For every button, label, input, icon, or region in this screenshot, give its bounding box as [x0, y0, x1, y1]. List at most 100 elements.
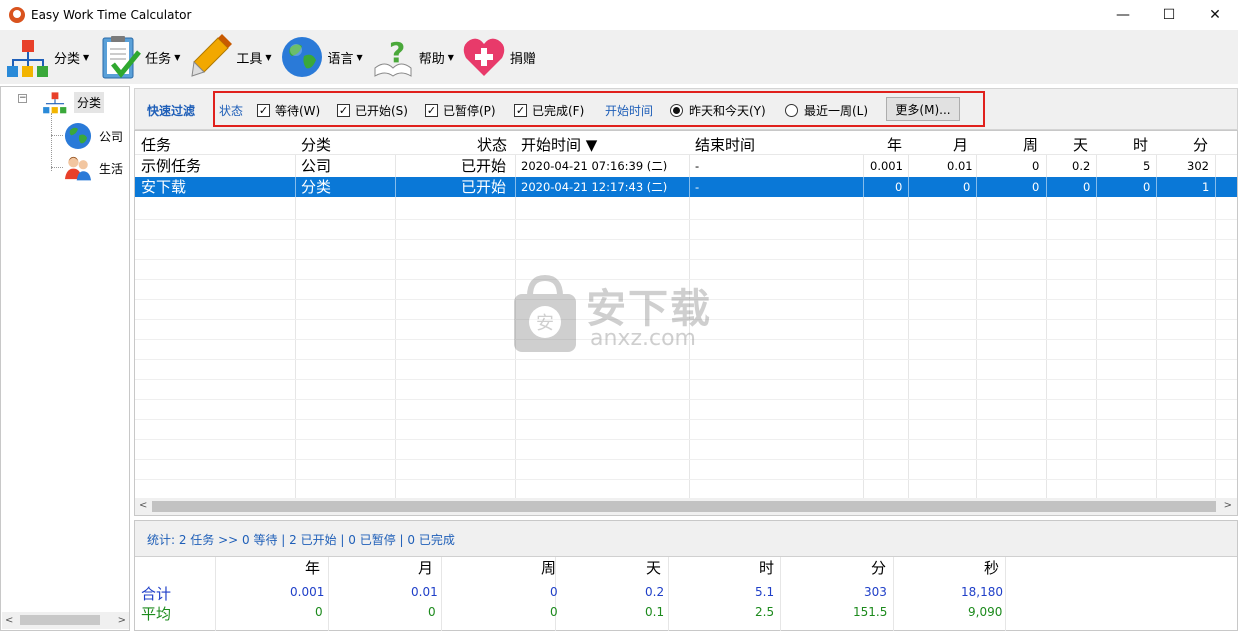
scroll-right-arrow-icon[interactable]: >	[118, 615, 126, 626]
language-menu-label: 语言	[327, 51, 354, 67]
sum-header-week: 周	[541, 559, 557, 577]
scroll-left-arrow-icon[interactable]: <	[139, 500, 147, 511]
tree-item-company[interactable]: 公司	[63, 121, 123, 151]
radio-last-week-label: 最近一周(L)	[804, 104, 869, 118]
tree-connector	[51, 113, 52, 171]
chevron-down-icon: ▼	[174, 52, 181, 62]
tree-connector	[51, 167, 63, 168]
svg-text:?: ?	[389, 36, 405, 69]
grid-header: 任务 分类 状态 开始时间 ▼ 结束时间 年 月 周 天 时 分	[135, 131, 1237, 155]
col-header-week[interactable]: 周	[1023, 134, 1038, 155]
total-hour: 5.1	[755, 585, 775, 599]
total-minute: 303	[864, 585, 887, 599]
scroll-left-arrow-icon[interactable]: <	[5, 615, 13, 626]
col-header-month[interactable]: 月	[953, 134, 968, 155]
total-week: 0	[550, 585, 558, 599]
table-row-selected[interactable]: 安下载 分类 已开始 2020-04-21 12:17:43 (二) - 0 0…	[135, 177, 1237, 197]
language-menu-button[interactable]: 语言 ▼	[280, 32, 367, 82]
cell-year: 0	[895, 180, 903, 194]
main-toolbar: 分类 ▼ 任务 ▼ 工具 ▼ 语言 ▼ ? 帮助 ▼ 捐赠	[0, 30, 1238, 84]
close-button[interactable]: ✕	[1192, 0, 1238, 30]
col-header-start-time[interactable]: 开始时间 ▼	[521, 134, 597, 155]
tree-item-root[interactable]: 分类	[41, 89, 105, 115]
grid-horizontal-scrollbar[interactable]: < >	[135, 498, 1237, 515]
tools-menu-button[interactable]: 工具 ▼	[188, 32, 275, 82]
quick-filter-bar: 快速过滤 状态 ✓ 等待(W) ✓ 已开始(S) ✓ 已暂停(P) ✓ 已完成(…	[134, 88, 1238, 130]
heart-plus-icon	[463, 38, 505, 76]
tree-horizontal-scrollbar[interactable]: < >	[2, 612, 129, 629]
chevron-down-icon: ▼	[447, 52, 454, 62]
radio-unselected-icon	[785, 104, 798, 117]
chevron-down-icon: ▼	[356, 52, 363, 62]
table-row[interactable]: 示例任务 公司 已开始 2020-04-21 07:16:39 (二) - 0.…	[135, 156, 1237, 176]
scroll-thumb[interactable]	[20, 615, 100, 625]
chevron-down-icon: ▼	[83, 52, 90, 62]
donate-label: 捐赠	[509, 51, 536, 67]
more-filters-button[interactable]: 更多(M)...	[886, 97, 960, 121]
category-menu-label: 分类	[54, 51, 81, 67]
col-header-end-time[interactable]: 结束时间	[695, 134, 755, 155]
avg-month: 0	[428, 605, 436, 619]
tree-root-label: 分类	[74, 91, 105, 113]
avg-week: 0	[550, 605, 558, 619]
task-menu-button[interactable]: 任务 ▼	[97, 32, 184, 82]
filter-started-checkbox[interactable]: ✓ 已开始(S)	[337, 102, 408, 119]
scroll-thumb[interactable]	[152, 501, 1216, 512]
cell-hour: 0	[1143, 180, 1151, 194]
svg-text:安: 安	[536, 313, 554, 334]
checkbox-checked-icon: ✓	[514, 104, 527, 117]
cell-start: 2020-04-21 12:17:43 (二)	[521, 180, 668, 194]
status-label: 状态	[219, 104, 244, 118]
cell-end: -	[695, 180, 700, 194]
avg-label: 平均	[141, 605, 172, 623]
cell-week: 0	[1032, 180, 1040, 194]
radio-last-week[interactable]: 最近一周(L)	[785, 102, 868, 119]
tree-item-life[interactable]: 生活	[63, 153, 123, 183]
cell-category: 公司	[301, 157, 332, 175]
donate-button[interactable]: 捐赠	[462, 32, 536, 82]
collapse-toggle[interactable]: −	[18, 94, 27, 103]
minimize-button[interactable]: —	[1100, 0, 1146, 30]
col-header-year[interactable]: 年	[887, 134, 902, 155]
sum-header-year: 年	[305, 559, 321, 577]
avg-minute: 151.5	[853, 605, 888, 619]
col-header-day[interactable]: 天	[1073, 134, 1088, 155]
total-label: 合计	[141, 585, 172, 603]
chevron-down-icon: ▼	[265, 52, 272, 62]
tree-connector	[51, 135, 63, 136]
total-second: 18,180	[961, 585, 1003, 599]
col-header-status[interactable]: 状态	[477, 134, 507, 155]
filter-waiting-label: 等待(W)	[275, 104, 321, 118]
filter-paused-label: 已暂停(P)	[443, 104, 496, 118]
col-header-minute[interactable]: 分	[1193, 134, 1208, 155]
filter-waiting-checkbox[interactable]: ✓ 等待(W)	[257, 102, 320, 119]
cell-end: -	[695, 159, 700, 173]
window-title: Easy Work Time Calculator	[31, 8, 192, 22]
cell-status: 已开始	[461, 157, 507, 175]
scroll-right-arrow-icon[interactable]: >	[1224, 500, 1232, 511]
filter-finished-checkbox[interactable]: ✓ 已完成(F)	[514, 102, 584, 119]
cell-year: 0.001	[870, 159, 903, 173]
col-header-category[interactable]: 分类	[301, 134, 331, 155]
cell-week: 0	[1032, 159, 1040, 173]
total-month: 0.01	[411, 585, 438, 599]
category-tree: − 分类 公司 生活 < >	[0, 86, 130, 631]
cell-start: 2020-04-21 07:16:39 (二)	[521, 159, 668, 173]
sum-header-day: 天	[646, 559, 662, 577]
filter-paused-checkbox[interactable]: ✓ 已暂停(P)	[425, 102, 496, 119]
stats-text: 统计: 2 任务 >> 0 等待 | 2 已开始 | 0 已暂停 | 0 已完成	[147, 533, 455, 547]
help-menu-button[interactable]: ? 帮助 ▼	[371, 32, 458, 82]
cell-month: 0.01	[947, 159, 973, 173]
radio-yesterday-today[interactable]: 昨天和今天(Y)	[670, 102, 766, 119]
category-menu-button[interactable]: 分类 ▼	[6, 32, 93, 82]
org-chart-icon	[43, 92, 67, 114]
window-controls: — ☐ ✕	[1100, 0, 1238, 30]
clipboard-check-icon	[102, 36, 142, 79]
maximize-button[interactable]: ☐	[1146, 0, 1192, 30]
cell-task: 安下载	[141, 178, 187, 196]
quick-filter-label: 快速过滤	[147, 104, 196, 118]
cell-day: 0.2	[1072, 159, 1091, 173]
col-header-hour[interactable]: 时	[1133, 134, 1148, 155]
col-header-task[interactable]: 任务	[141, 134, 171, 155]
radio-selected-icon	[670, 104, 683, 117]
